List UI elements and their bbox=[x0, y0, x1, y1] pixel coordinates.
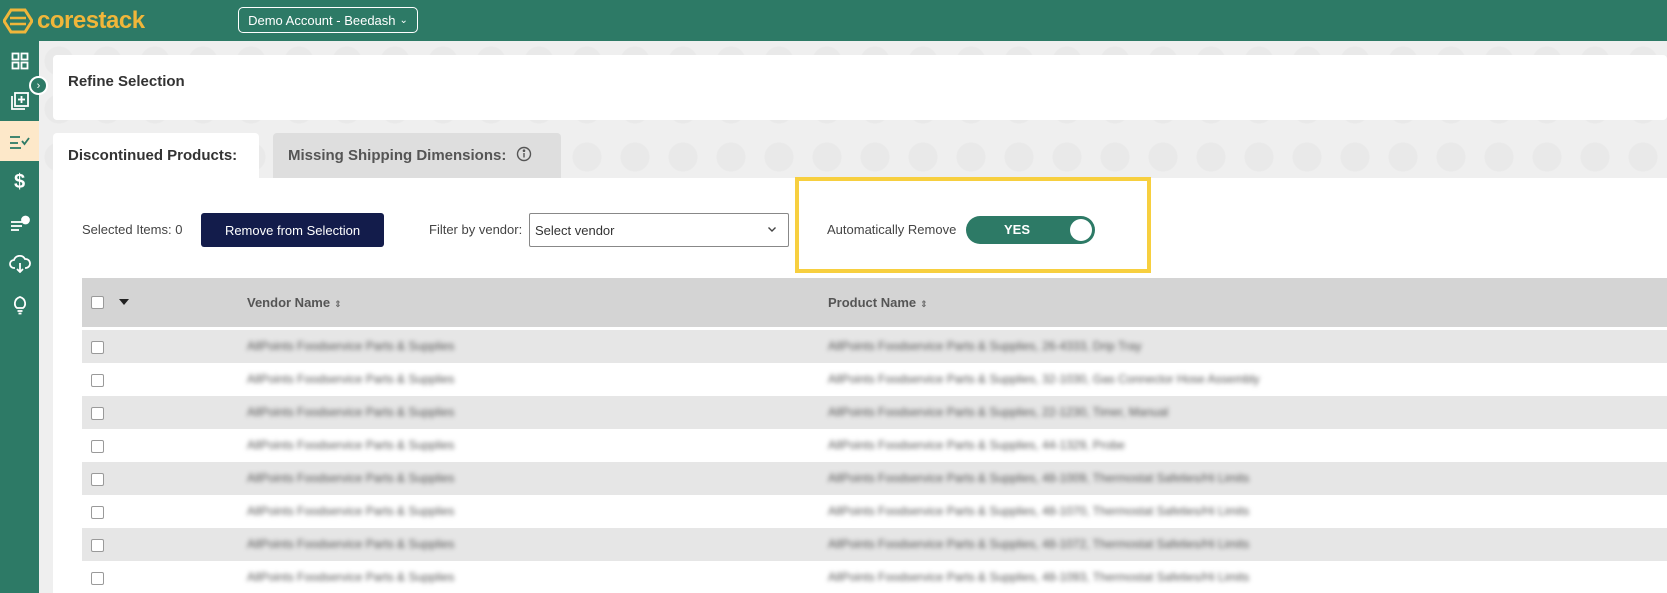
select-all-checkbox[interactable] bbox=[91, 296, 104, 309]
product-name-cell: AllPoints Foodservice Parts & Supplies, … bbox=[828, 504, 1250, 518]
caret-down-icon[interactable] bbox=[119, 299, 129, 305]
filter-by-vendor-label: Filter by vendor: bbox=[429, 222, 523, 237]
product-name-cell: AllPoints Foodservice Parts & Supplies, … bbox=[828, 570, 1250, 584]
vendor-name-cell: AllPoints Foodservice Parts & Supplies bbox=[247, 372, 455, 386]
table-row[interactable]: AllPoints Foodservice Parts & Supplies A… bbox=[82, 528, 1667, 561]
sort-icon: ⇕ bbox=[334, 299, 342, 309]
sidebar-item-ideas[interactable] bbox=[0, 285, 39, 325]
sidebar-item-pricing[interactable]: $ bbox=[0, 162, 39, 202]
table-row[interactable]: AllPoints Foodservice Parts & Supplies A… bbox=[82, 561, 1667, 593]
corestack-logo-icon bbox=[3, 8, 33, 34]
grid-icon bbox=[11, 52, 28, 70]
sidebar-item-refine[interactable] bbox=[0, 121, 39, 161]
column-header-vendor-name[interactable]: Vendor Name ⇕ bbox=[247, 295, 342, 310]
chevron-down-icon: ⌄ bbox=[399, 14, 408, 26]
vendor-name-cell: AllPoints Foodservice Parts & Supplies bbox=[247, 405, 455, 419]
lightbulb-icon bbox=[13, 296, 26, 315]
table-row[interactable]: AllPoints Foodservice Parts & Supplies A… bbox=[82, 429, 1667, 462]
tab-discontinued-products[interactable]: Discontinued Products: bbox=[53, 133, 259, 178]
cloud-download-icon bbox=[8, 255, 31, 273]
chevron-right-icon: › bbox=[36, 79, 41, 92]
account-label: Demo Account - Beedash bbox=[248, 12, 396, 28]
product-name-cell: AllPoints Foodservice Parts & Supplies, … bbox=[828, 405, 1169, 419]
row-checkbox[interactable] bbox=[91, 341, 104, 354]
product-name-cell: AllPoints Foodservice Parts & Supplies, … bbox=[828, 471, 1250, 485]
tab-label: Missing Shipping Dimensions: bbox=[288, 147, 507, 164]
list-badge-icon bbox=[10, 215, 30, 231]
sidebar-item-tasks[interactable] bbox=[0, 204, 39, 244]
vendor-select-placeholder: Select vendor bbox=[535, 222, 615, 238]
tab-missing-shipping-dimensions[interactable]: Missing Shipping Dimensions: bbox=[273, 133, 561, 178]
vendor-name-cell: AllPoints Foodservice Parts & Supplies bbox=[247, 504, 455, 518]
refine-card: Refine Selection bbox=[53, 55, 1667, 120]
row-checkbox[interactable] bbox=[91, 572, 104, 585]
column-header-product-name[interactable]: Product Name ⇕ bbox=[828, 295, 928, 310]
chevron-down-icon bbox=[766, 223, 778, 238]
row-checkbox[interactable] bbox=[91, 539, 104, 552]
table-row[interactable]: AllPoints Foodservice Parts & Supplies A… bbox=[82, 330, 1667, 363]
table-row[interactable]: AllPoints Foodservice Parts & Supplies A… bbox=[82, 396, 1667, 429]
list-check-icon bbox=[9, 136, 30, 149]
automatically-remove-label: Automatically Remove bbox=[827, 222, 957, 237]
vendor-name-cell: AllPoints Foodservice Parts & Supplies bbox=[247, 570, 455, 584]
product-name-cell: AllPoints Foodservice Parts & Supplies, … bbox=[828, 339, 1142, 353]
product-name-cell: AllPoints Foodservice Parts & Supplies, … bbox=[828, 372, 1260, 386]
table-row[interactable]: AllPoints Foodservice Parts & Supplies A… bbox=[82, 363, 1667, 396]
automatically-remove-toggle[interactable]: YES bbox=[966, 216, 1095, 244]
row-checkbox[interactable] bbox=[91, 473, 104, 486]
table-row[interactable]: AllPoints Foodservice Parts & Supplies A… bbox=[82, 495, 1667, 528]
product-name-cell: AllPoints Foodservice Parts & Supplies, … bbox=[828, 438, 1125, 452]
sort-icon: ⇕ bbox=[920, 299, 928, 309]
row-checkbox[interactable] bbox=[91, 506, 104, 519]
sidebar: $ bbox=[0, 41, 39, 593]
vendor-name-cell: AllPoints Foodservice Parts & Supplies bbox=[247, 471, 455, 485]
table-header: Vendor Name ⇕ Product Name ⇕ bbox=[82, 278, 1667, 327]
column-header-label: Vendor Name bbox=[247, 295, 331, 310]
add-stack-icon bbox=[10, 92, 29, 110]
dollar-icon: $ bbox=[13, 170, 26, 193]
tab-label: Discontinued Products: bbox=[68, 147, 238, 164]
vendor-name-cell: AllPoints Foodservice Parts & Supplies bbox=[247, 339, 455, 353]
vendor-select[interactable]: Select vendor bbox=[529, 213, 789, 247]
row-checkbox[interactable] bbox=[91, 374, 104, 387]
sidebar-collapse-button[interactable]: › bbox=[29, 76, 48, 95]
page-title: Refine Selection bbox=[68, 73, 185, 90]
remove-from-selection-button[interactable]: Remove from Selection bbox=[201, 213, 384, 247]
vendor-name-cell: AllPoints Foodservice Parts & Supplies bbox=[247, 537, 455, 551]
sidebar-item-dashboard[interactable] bbox=[0, 41, 39, 81]
selected-items-count: Selected Items: 0 bbox=[82, 222, 183, 237]
vendor-name-cell: AllPoints Foodservice Parts & Supplies bbox=[247, 438, 455, 452]
column-header-label: Product Name bbox=[828, 295, 917, 310]
product-name-cell: AllPoints Foodservice Parts & Supplies, … bbox=[828, 537, 1250, 551]
toggle-knob bbox=[1070, 219, 1092, 241]
logo-text: corestack bbox=[37, 7, 145, 34]
toggle-state: YES bbox=[1003, 222, 1030, 237]
table-row[interactable]: AllPoints Foodservice Parts & Supplies A… bbox=[82, 462, 1667, 495]
account-switcher[interactable]: Demo Account - Beedash ⌄ bbox=[238, 7, 418, 33]
top-bar: corestack Demo Account - Beedash ⌄ bbox=[0, 0, 1667, 41]
info-icon[interactable] bbox=[516, 146, 532, 166]
row-checkbox[interactable] bbox=[91, 407, 104, 420]
sidebar-item-download[interactable] bbox=[0, 244, 39, 284]
row-checkbox[interactable] bbox=[91, 440, 104, 453]
logo[interactable]: corestack bbox=[3, 7, 145, 35]
